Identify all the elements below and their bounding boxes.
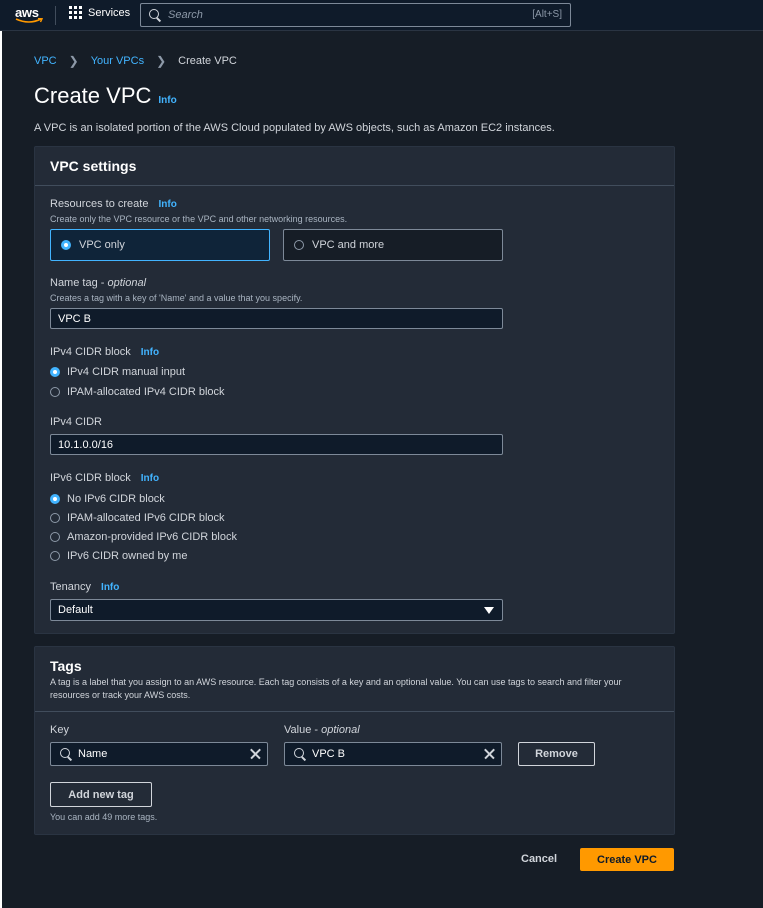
page-title-text: Create VPC <box>34 83 152 108</box>
tag-value-label: Value - optional <box>284 724 360 736</box>
tags-panel: Tags A tag is a label that you assign to… <box>34 646 675 835</box>
services-label: Services <box>88 6 131 19</box>
tenancy-select[interactable]: Default <box>50 599 503 621</box>
tags-heading: Tags <box>50 658 82 674</box>
clear-icon[interactable] <box>483 748 495 760</box>
name-tag-label: Name tag - optional <box>50 277 146 289</box>
radio-ipv4-ipam[interactable]: IPAM-allocated IPv4 CIDR block <box>50 386 225 398</box>
resources-info-link[interactable]: Info <box>159 199 177 210</box>
tags-limit-hint: You can add 49 more tags. <box>50 812 158 822</box>
radio-ipv6-owned[interactable]: IPv6 CIDR owned by me <box>50 550 187 562</box>
radio-selected-icon <box>50 494 60 504</box>
services-button[interactable]: Services <box>69 6 130 19</box>
ipv4-info-link[interactable]: Info <box>141 347 159 358</box>
global-search-input[interactable]: Search [Alt+S] <box>140 3 571 27</box>
tenancy-label: Tenancy Info <box>50 581 119 593</box>
resources-label-text: Resources to create <box>50 198 149 210</box>
info-link[interactable]: Info <box>158 95 176 106</box>
name-tag-input[interactable]: VPC B <box>50 308 503 329</box>
tag-value-value: VPC B <box>312 748 346 760</box>
breadcrumb-link-your-vpcs[interactable]: Your VPCs <box>91 55 144 67</box>
tag-value-optional: optional <box>321 724 360 736</box>
ipv6-block-label: IPv6 CIDR block Info <box>50 472 159 484</box>
ipv4-block-label-text: IPv4 CIDR block <box>50 346 131 358</box>
name-tag-optional: optional <box>107 277 147 289</box>
search-icon <box>149 9 161 21</box>
nav-divider <box>55 6 56 25</box>
radio-selected-icon <box>61 240 71 250</box>
radio-ipv6-none-label: No IPv6 CIDR block <box>67 493 165 505</box>
main-content: VPC ❯ Your VPCs ❯ Create VPC Create VPC … <box>2 31 763 908</box>
add-new-tag-button[interactable]: Add new tag <box>50 782 152 807</box>
aws-logo[interactable]: aws <box>15 4 45 26</box>
ipv4-cidr-label: IPv4 CIDR <box>50 416 102 428</box>
radio-ipv6-amazon[interactable]: Amazon-provided IPv6 CIDR block <box>50 531 237 543</box>
chevron-right-icon: ❯ <box>68 54 79 68</box>
search-placeholder: Search <box>168 9 203 21</box>
create-vpc-button[interactable]: Create VPC <box>580 848 674 871</box>
tag-value-label-text: Value <box>284 724 312 736</box>
radio-unselected-icon <box>294 240 304 250</box>
tags-divider <box>35 711 674 712</box>
radio-unselected-icon <box>50 551 60 561</box>
radio-ipv6-ipam[interactable]: IPAM-allocated IPv6 CIDR block <box>50 512 225 524</box>
breadcrumb-current: Create VPC <box>178 55 237 67</box>
radio-selected-icon <box>50 367 60 377</box>
radio-ipv6-none[interactable]: No IPv6 CIDR block <box>50 493 165 505</box>
caret-down-icon <box>484 607 494 614</box>
tile-vpc-only-label: VPC only <box>79 239 125 251</box>
vpc-settings-heading: VPC settings <box>35 147 674 186</box>
tenancy-select-value: Default <box>58 604 93 616</box>
radio-ipv6-amazon-label: Amazon-provided IPv6 CIDR block <box>67 531 237 543</box>
aws-smile-icon <box>15 18 43 23</box>
cancel-button[interactable]: Cancel <box>521 853 557 865</box>
tenancy-info-link[interactable]: Info <box>101 582 119 593</box>
ipv4-cidr-input[interactable]: 10.1.0.0/16 <box>50 434 503 455</box>
remove-tag-button[interactable]: Remove <box>518 742 595 766</box>
chevron-right-icon: ❯ <box>156 54 167 68</box>
tag-key-input[interactable]: Name <box>50 742 268 766</box>
ipv6-block-label-text: IPv6 CIDR block <box>50 472 131 484</box>
tags-description: A tag is a label that you assign to an A… <box>50 677 622 700</box>
radio-ipv4-ipam-label: IPAM-allocated IPv4 CIDR block <box>67 386 225 398</box>
breadcrumb: VPC ❯ Your VPCs ❯ Create VPC <box>34 54 237 68</box>
name-tag-label-text: Name tag <box>50 277 98 289</box>
radio-unselected-icon <box>50 513 60 523</box>
page-title: Create VPC Info <box>34 83 177 109</box>
page-description: A VPC is an isolated portion of the AWS … <box>34 122 555 134</box>
tag-value-input[interactable]: VPC B <box>284 742 502 766</box>
tag-key-value: Name <box>78 748 108 760</box>
breadcrumb-link-vpc[interactable]: VPC <box>34 55 57 67</box>
tag-key-label: Key <box>50 724 69 736</box>
ipv4-block-label: IPv4 CIDR block Info <box>50 346 159 358</box>
services-grid-icon <box>69 6 82 19</box>
ipv6-info-link[interactable]: Info <box>141 473 159 484</box>
radio-ipv4-manual-label: IPv4 CIDR manual input <box>67 366 185 378</box>
name-tag-description: Creates a tag with a key of 'Name' and a… <box>50 293 303 303</box>
radio-ipv6-ipam-label: IPAM-allocated IPv6 CIDR block <box>67 512 225 524</box>
resources-label: Resources to create Info <box>50 198 177 210</box>
tile-vpc-and-more[interactable]: VPC and more <box>283 229 503 261</box>
search-shortcut: [Alt+S] <box>532 9 562 20</box>
radio-unselected-icon <box>50 532 60 542</box>
search-icon <box>60 748 72 760</box>
top-navigation: aws Services Search [Alt+S] <box>0 0 763 31</box>
tile-vpc-only[interactable]: VPC only <box>50 229 270 261</box>
radio-ipv6-owned-label: IPv6 CIDR owned by me <box>67 550 188 562</box>
vpc-settings-panel: VPC settings Resources to create Info Cr… <box>34 146 675 634</box>
radio-ipv4-manual[interactable]: IPv4 CIDR manual input <box>50 366 185 378</box>
search-icon <box>294 748 306 760</box>
clear-icon[interactable] <box>249 748 261 760</box>
radio-unselected-icon <box>50 387 60 397</box>
tenancy-label-text: Tenancy <box>50 581 91 593</box>
resources-description: Create only the VPC resource or the VPC … <box>50 214 348 224</box>
tile-vpc-and-more-label: VPC and more <box>312 239 385 251</box>
